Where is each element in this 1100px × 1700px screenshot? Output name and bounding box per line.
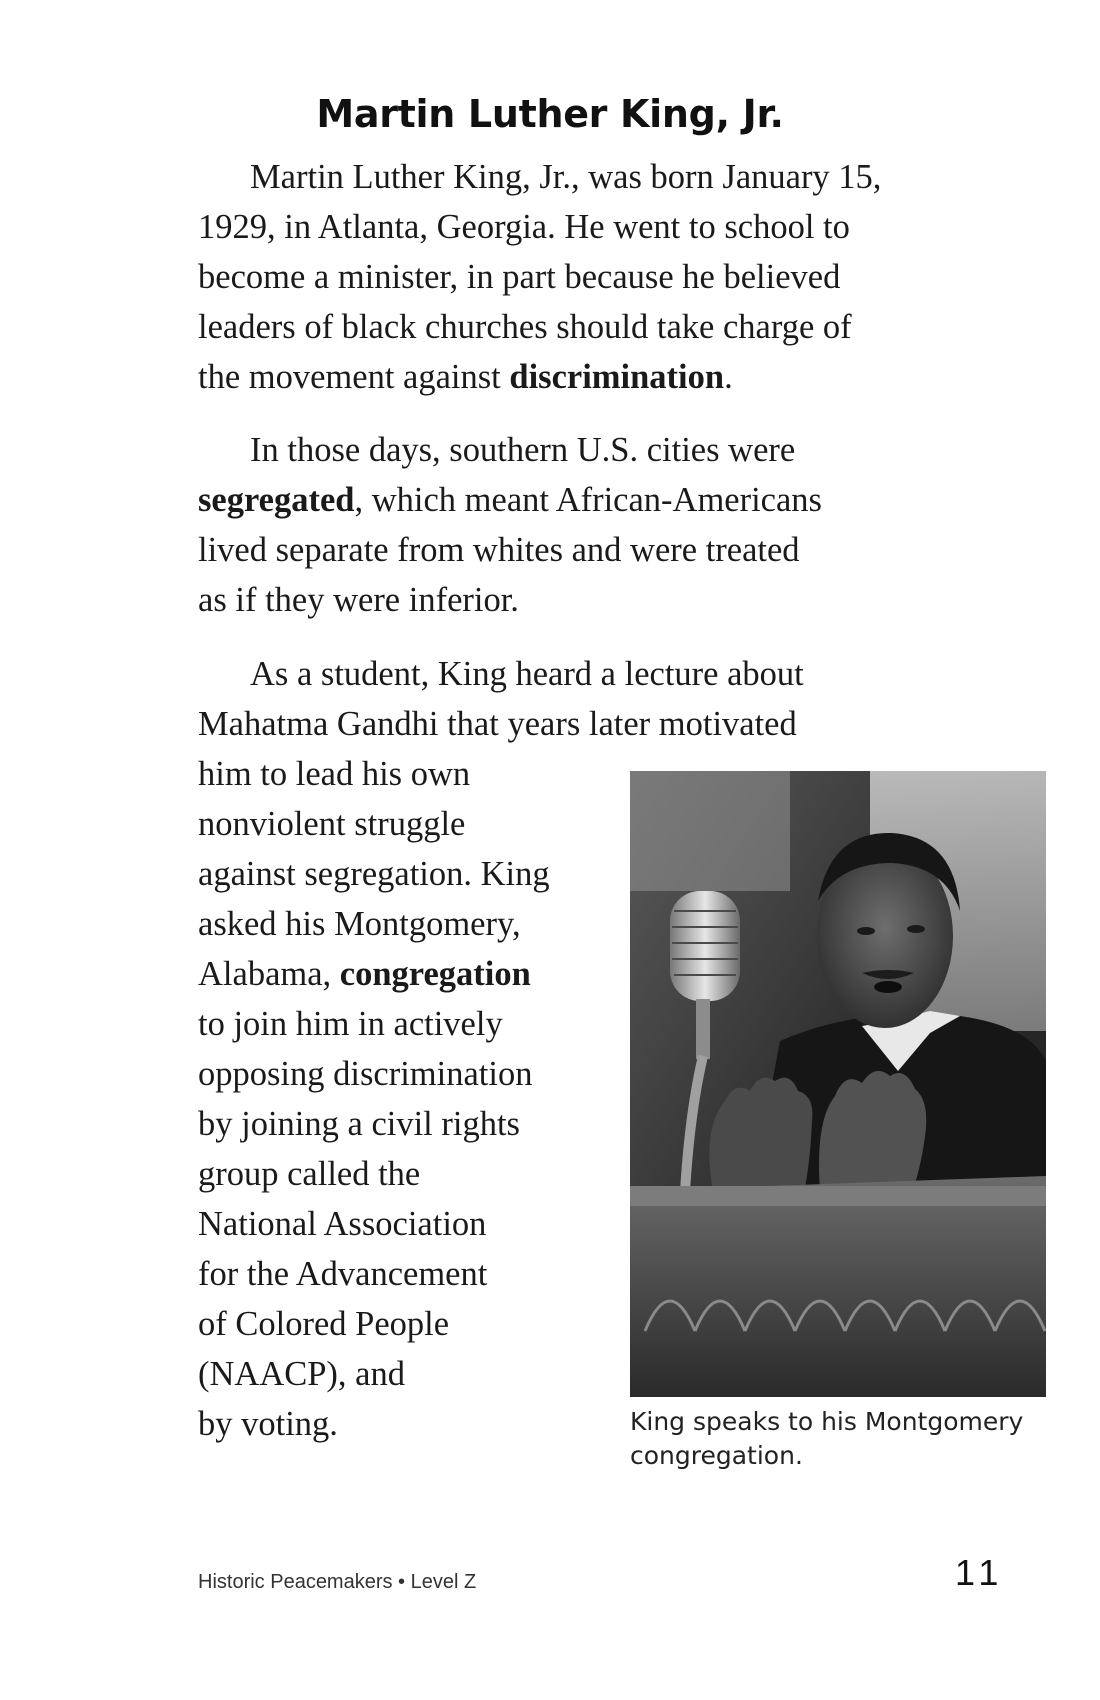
paragraph-line: Martin Luther King, Jr., was born Januar… <box>198 152 998 202</box>
paragraph-2: In those days, southern U.S. cities were… <box>198 425 998 625</box>
text-run: opposing discrimination <box>198 1055 533 1093</box>
page-title: Martin Luther King, Jr. <box>316 92 784 136</box>
text-run: by joining a civil rights <box>198 1105 520 1143</box>
text-run: (NAACP), and <box>198 1355 405 1393</box>
text-run: group called the <box>198 1155 421 1193</box>
text-run: Alabama, <box>198 955 340 993</box>
text-run: leaders of black churches should take ch… <box>198 308 852 346</box>
photo-caption: King speaks to his Montgomery congregati… <box>630 1405 1070 1473</box>
paragraph-line: as if they were inferior. <box>198 575 998 625</box>
paragraph-line: 1929, in Atlanta, Georgia. He went to sc… <box>198 202 998 252</box>
text-run: to join him in actively <box>198 1005 503 1043</box>
text-run: for the Advancement <box>198 1255 488 1293</box>
caption-line-1: King speaks to his Montgomery <box>630 1407 1024 1436</box>
caption-line-2: congregation. <box>630 1441 803 1470</box>
text-run: by voting. <box>198 1405 338 1443</box>
paragraph-line: As a student, King heard a lecture about <box>198 649 998 699</box>
paragraph-line: In those days, southern U.S. cities were <box>198 425 998 475</box>
text-run: In those days, southern U.S. cities were <box>250 431 796 469</box>
text-run: asked his Montgomery, <box>198 905 521 943</box>
text-run: Martin Luther King, Jr., was born Januar… <box>250 158 882 196</box>
text-run: against segregation. King <box>198 855 550 893</box>
paragraph-line: lived separate from whites and were trea… <box>198 525 998 575</box>
text-run: lived separate from whites and were trea… <box>198 531 800 569</box>
text-run: of Colored People <box>198 1305 450 1343</box>
text-run: the movement against <box>198 358 510 396</box>
paragraph-line: segregated, which meant African-American… <box>198 475 998 525</box>
page-number: 11 <box>955 1552 1005 1593</box>
vocabulary-term: congregation <box>339 955 531 993</box>
text-run: become a minister, in part because he be… <box>198 258 841 296</box>
text-run: Mahatma Gandhi that years later motivate… <box>198 705 797 743</box>
text-run: him to lead his own <box>198 755 471 793</box>
text-run: as if they were inferior. <box>198 581 519 619</box>
paragraph-line: Mahatma Gandhi that years later motivate… <box>198 699 998 749</box>
paragraph-line: the movement against discrimination. <box>198 352 998 402</box>
text-run: nonviolent struggle <box>198 805 466 843</box>
text-run: , which meant African-Americans <box>354 481 822 519</box>
paragraph-1: Martin Luther King, Jr., was born Januar… <box>198 152 998 402</box>
paragraph-line: leaders of black churches should take ch… <box>198 302 998 352</box>
paragraph-line: become a minister, in part because he be… <box>198 252 998 302</box>
text-run: . <box>724 358 733 396</box>
vocabulary-term: discrimination <box>509 358 725 396</box>
text-run: As a student, King heard a lecture about <box>250 655 804 693</box>
footer-book-title: Historic Peacemakers • Level Z <box>198 1571 477 1593</box>
text-run: National Association <box>198 1205 487 1243</box>
king-speaking-photo <box>630 771 1046 1397</box>
text-run: 1929, in Atlanta, Georgia. He went to sc… <box>198 208 850 246</box>
vocabulary-term: segregated <box>198 481 355 519</box>
